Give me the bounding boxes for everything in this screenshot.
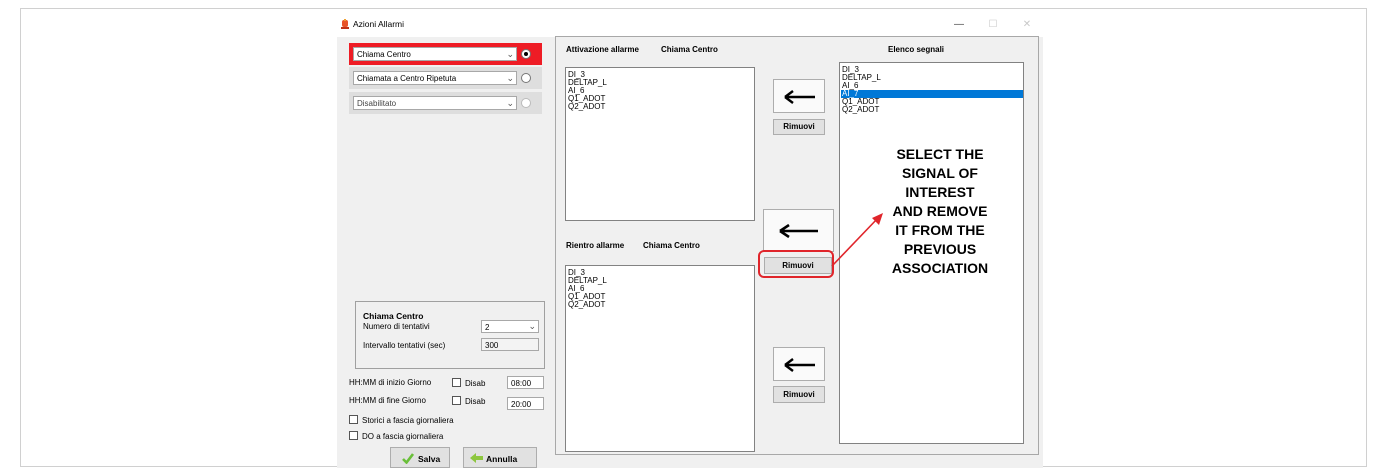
annotation-line: PREVIOUS bbox=[903, 241, 977, 257]
chevron-down-icon: ⌄ bbox=[528, 321, 536, 331]
left-arrow-icon bbox=[784, 90, 815, 104]
attempts-value: 2 bbox=[485, 323, 490, 332]
end-time-input[interactable]: 20:00 bbox=[507, 397, 544, 410]
start-time-value: 08:00 bbox=[511, 379, 532, 388]
end-disab-label: Disab bbox=[465, 397, 486, 406]
annotation-line: IT FROM THE bbox=[895, 222, 985, 238]
start-disab-checkbox[interactable] bbox=[452, 378, 461, 387]
action-select-value: Chiamata a Centro Ripetuta bbox=[357, 74, 457, 83]
rientro-target: Chiama Centro bbox=[643, 241, 700, 250]
chevron-down-icon: ⌄ bbox=[506, 73, 514, 83]
left-arrow-icon bbox=[784, 358, 815, 372]
annotation-line: ASSOCIATION bbox=[891, 260, 989, 276]
annotation-text: SELECT THE SIGNAL OF INTEREST AND REMOVE… bbox=[862, 145, 1018, 278]
chevron-down-icon: ⌄ bbox=[506, 98, 514, 108]
start-time-label: HH:MM di inizio Giorno bbox=[349, 378, 432, 387]
do-checkbox[interactable] bbox=[349, 431, 358, 440]
radio-dot-icon bbox=[524, 52, 528, 56]
close-button[interactable]: ✕ bbox=[1017, 17, 1037, 33]
action-row-3: Disabilitato ⌄ bbox=[349, 92, 542, 114]
window-title: Azioni Allarmi bbox=[353, 19, 405, 29]
action-radio-1[interactable] bbox=[521, 49, 531, 59]
cancel-button[interactable]: Annulla bbox=[463, 447, 537, 468]
left-arrow-icon bbox=[779, 224, 818, 238]
action-select-3[interactable]: Disabilitato ⌄ bbox=[353, 96, 517, 110]
title-bar: Azioni Allarmi — ☐ ✕ bbox=[337, 13, 1043, 37]
move-to-rientro-button[interactable] bbox=[763, 209, 834, 252]
back-arrow-icon bbox=[470, 453, 483, 463]
action-radio-3[interactable] bbox=[521, 98, 531, 108]
action-select-1[interactable]: Chiama Centro ⌄ bbox=[353, 47, 517, 61]
cancel-label: Annulla bbox=[486, 454, 518, 464]
start-time-input[interactable]: 08:00 bbox=[507, 376, 544, 389]
rientro-label: Rientro allarme bbox=[566, 241, 625, 250]
attempts-label: Numero di tentativi bbox=[363, 322, 430, 331]
end-disab-checkbox[interactable] bbox=[452, 396, 461, 405]
group-title: Chiama Centro bbox=[363, 311, 424, 321]
annotation-line: INTEREST bbox=[905, 184, 975, 200]
alarm-bell-icon bbox=[341, 19, 349, 29]
action-radio-2[interactable] bbox=[521, 73, 531, 83]
rientro-list[interactable]: DI_3 DELTAP_L AI_6 Q1_ADOT Q2_ADOT bbox=[565, 265, 755, 452]
remove-third-button[interactable]: Rimuovi bbox=[773, 386, 825, 403]
annotation-line: SIGNAL OF bbox=[902, 165, 978, 181]
end-time-value: 20:00 bbox=[511, 400, 532, 409]
action-row-1: Chiama Centro ⌄ bbox=[349, 43, 542, 65]
checkmark-icon bbox=[402, 453, 414, 464]
list-item[interactable]: Q2_ADOT bbox=[842, 106, 879, 114]
storici-label: Storici a fascia giornaliera bbox=[362, 416, 454, 425]
move-to-activation-button[interactable] bbox=[773, 79, 825, 113]
annotation-line: SELECT THE bbox=[896, 146, 984, 162]
remove-activation-button[interactable]: Rimuovi bbox=[773, 119, 825, 135]
annotation-line: AND REMOVE bbox=[892, 203, 988, 219]
activation-list[interactable]: DI_3 DELTAP_L AI_6 Q1_ADOT Q2_ADOT bbox=[565, 67, 755, 221]
attempts-select[interactable]: 2 ⌄ bbox=[481, 320, 539, 333]
list-item[interactable]: Q2_ADOT bbox=[568, 301, 605, 309]
save-button[interactable]: Salva bbox=[390, 447, 450, 468]
minimize-button[interactable]: — bbox=[949, 17, 969, 33]
action-select-value: Disabilitato bbox=[357, 99, 397, 108]
move-third-button[interactable] bbox=[773, 347, 825, 381]
chevron-down-icon: ⌄ bbox=[506, 49, 514, 59]
activation-label: Attivazione allarme bbox=[566, 45, 639, 54]
list-item[interactable]: Q2_ADOT bbox=[568, 103, 605, 111]
action-select-2[interactable]: Chiamata a Centro Ripetuta ⌄ bbox=[353, 71, 517, 85]
interval-value: 300 bbox=[485, 341, 499, 350]
maximize-button[interactable]: ☐ bbox=[983, 17, 1003, 33]
action-row-2: Chiamata a Centro Ripetuta ⌄ bbox=[349, 67, 542, 89]
interval-label: Intervallo tentativi (sec) bbox=[363, 341, 446, 350]
interval-field[interactable]: 300 bbox=[481, 338, 539, 351]
do-label: DO a fascia giornaliera bbox=[362, 432, 444, 441]
storici-checkbox[interactable] bbox=[349, 415, 358, 424]
action-select-value: Chiama Centro bbox=[357, 50, 411, 59]
save-label: Salva bbox=[418, 454, 441, 464]
end-time-label: HH:MM di fine Giorno bbox=[349, 396, 426, 405]
start-disab-label: Disab bbox=[465, 379, 486, 388]
activation-target: Chiama Centro bbox=[661, 45, 718, 54]
signals-label: Elenco segnali bbox=[888, 45, 945, 54]
highlight-box bbox=[758, 250, 834, 278]
